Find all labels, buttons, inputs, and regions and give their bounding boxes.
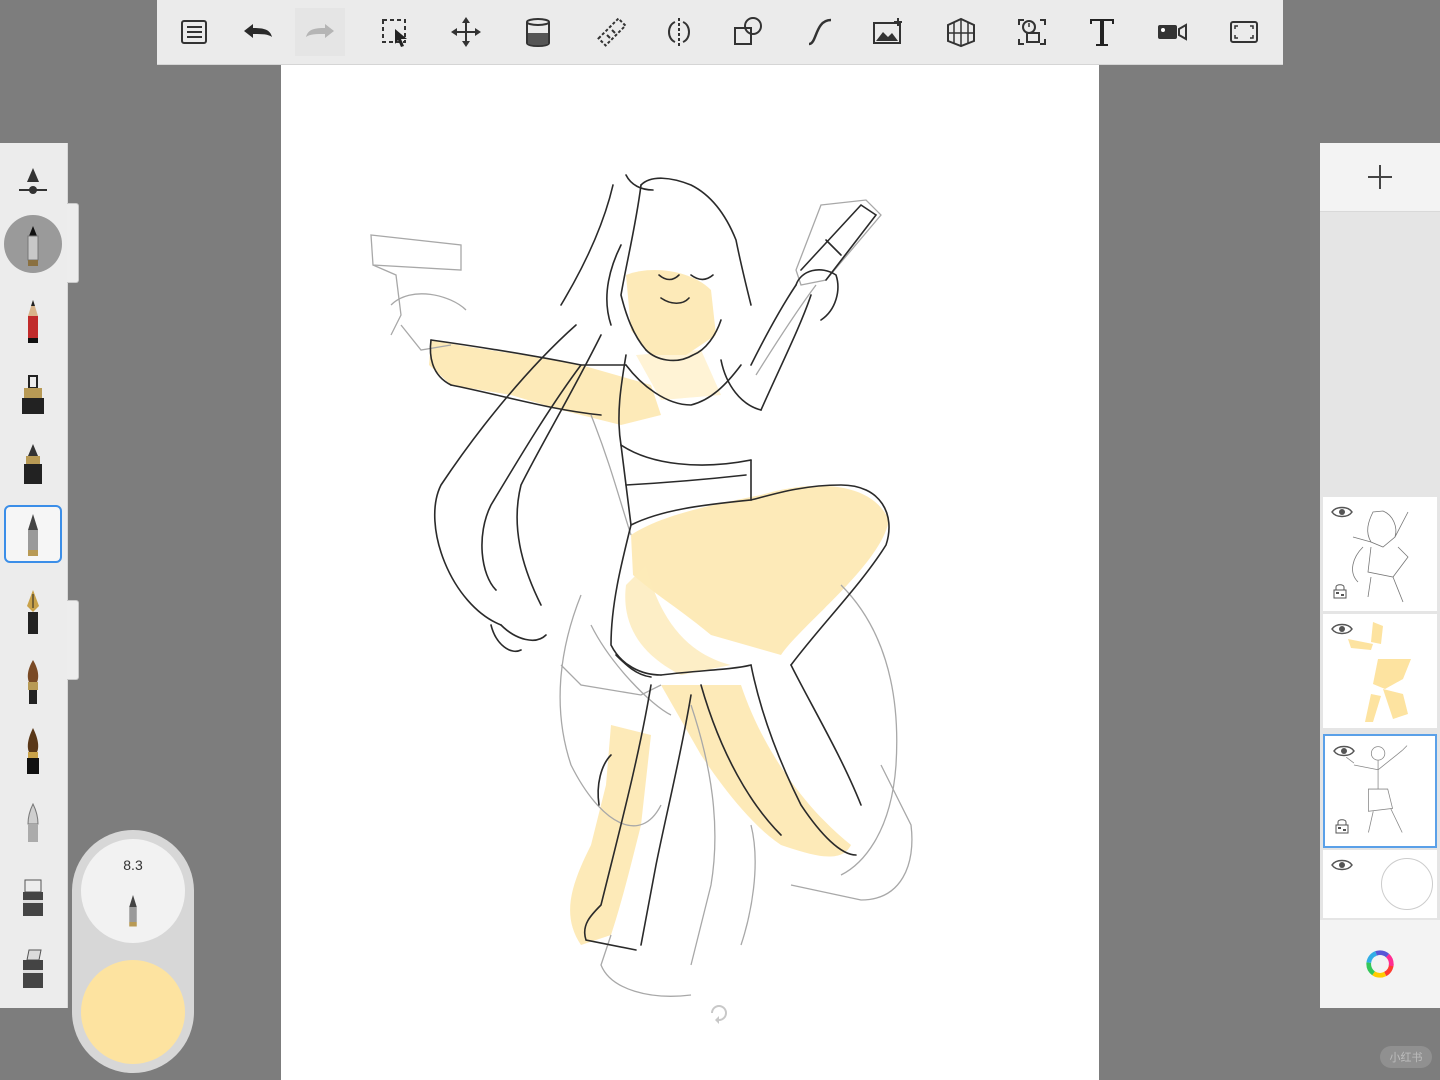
add-layer-button[interactable] [1320,143,1440,212]
paintbrush-icon[interactable] [4,653,62,711]
layer-lineart[interactable] [1323,497,1437,611]
layer-panel [1320,212,1440,1008]
color-wheel-icon [1366,950,1394,978]
marker-icon[interactable] [4,365,62,423]
layer-color[interactable] [1323,614,1437,728]
brush-palette [0,143,68,1008]
watermark: 小红书 [1380,1046,1432,1068]
ballpoint-pen-icon[interactable] [4,505,62,563]
brush-puck: 8.3 [72,830,194,1073]
eye-icon[interactable] [1331,858,1353,872]
refresh-icon[interactable] [708,1002,730,1024]
main-toolbar [157,0,1283,65]
layer-sketch[interactable] [1323,734,1437,848]
ink-pen-icon[interactable] [4,435,62,493]
smudge-icon[interactable] [4,939,62,997]
brush-size-puck[interactable]: 8.3 [81,839,185,943]
image-icon[interactable] [863,8,913,56]
layer-background[interactable] [1323,850,1437,918]
ruler-icon[interactable] [587,8,637,56]
eraser-icon[interactable] [4,867,62,925]
color-puck[interactable] [81,960,185,1064]
lock-icon[interactable] [1333,583,1347,599]
color-wheel-button[interactable] [1320,920,1440,1008]
brush-size-opacity-icon[interactable] [4,151,62,209]
sketch-artwork [370,174,913,997]
calligraphy-brush-icon[interactable] [4,723,62,781]
layer-thumbnail [1348,622,1411,722]
fill-icon[interactable] [513,8,563,56]
size-slider-handle[interactable] [67,203,79,283]
pencil-icon[interactable] [4,291,62,349]
brush-size-value: 8.3 [123,857,143,873]
lock-icon[interactable] [1335,818,1349,834]
text-icon[interactable] [1077,8,1127,56]
opacity-slider-handle[interactable] [67,600,79,680]
blender-icon[interactable] [4,795,62,853]
timelapse-icon[interactable] [1007,8,1057,56]
curve-icon[interactable] [795,8,845,56]
background-color-swatch[interactable] [1381,858,1433,910]
redo-icon[interactable] [295,8,345,56]
transform-icon[interactable] [441,8,491,56]
shape-icon[interactable] [723,8,773,56]
fountain-pen-icon[interactable] [4,583,62,641]
perspective-icon[interactable] [936,8,986,56]
drawing-canvas[interactable] [281,65,1099,1080]
record-icon[interactable] [1147,8,1197,56]
list-icon[interactable] [169,8,219,56]
undo-icon[interactable] [233,8,283,56]
selection-icon[interactable] [371,8,421,56]
symmetry-icon[interactable] [654,8,704,56]
plus-icon [1368,165,1392,189]
fullscreen-icon[interactable] [1219,8,1269,56]
airbrush-icon[interactable] [4,215,62,273]
ballpoint-pen-icon [129,895,137,927]
